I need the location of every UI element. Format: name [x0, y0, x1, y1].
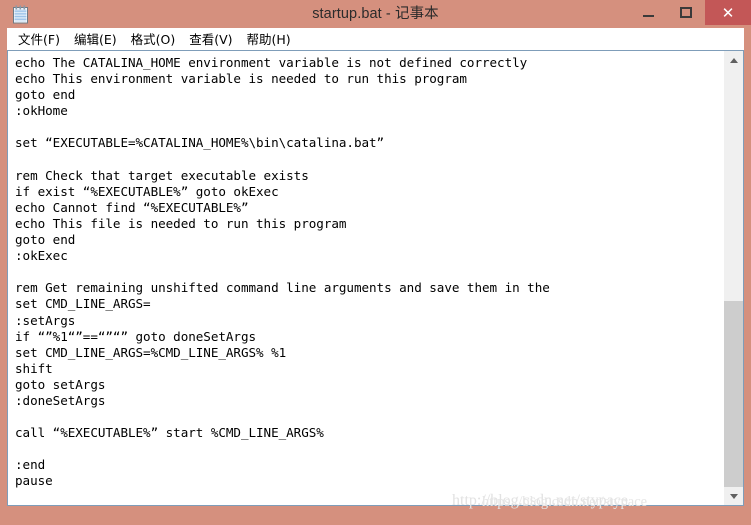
vertical-scrollbar[interactable]: [724, 51, 743, 505]
chevron-up-icon: [729, 57, 738, 63]
title-bar: startup.bat - 记事本 ✕: [0, 0, 751, 28]
close-button[interactable]: ✕: [705, 0, 751, 25]
minimize-button[interactable]: [629, 0, 667, 25]
menu-bar: 文件(F) 编辑(E) 格式(O) 查看(V) 帮助(H): [7, 28, 744, 50]
menu-item-view[interactable]: 查看(V): [182, 28, 239, 50]
notepad-window: startup.bat - 记事本 ✕ 文件(F) 编辑(E) 格式(O) 查看…: [0, 0, 751, 525]
scroll-down-button[interactable]: [724, 487, 743, 505]
scrollbar-thumb[interactable]: [724, 301, 743, 491]
chevron-down-icon: [729, 493, 738, 499]
minimize-icon: [642, 15, 654, 17]
editor-content[interactable]: echo The CATALINA_HOME environment varia…: [15, 55, 550, 490]
window-controls: ✕: [629, 0, 751, 28]
menu-item-help[interactable]: 帮助(H): [240, 28, 298, 50]
text-editor-area[interactable]: echo The CATALINA_HOME environment varia…: [8, 51, 725, 505]
menu-item-format[interactable]: 格式(O): [124, 28, 183, 50]
close-icon: ✕: [721, 4, 735, 22]
menu-item-file[interactable]: 文件(F): [11, 28, 67, 50]
maximize-button[interactable]: [667, 0, 705, 25]
maximize-icon: [680, 7, 692, 18]
editor-frame: echo The CATALINA_HOME environment varia…: [7, 50, 744, 506]
scroll-up-button[interactable]: [724, 51, 743, 69]
menu-item-edit[interactable]: 编辑(E): [67, 28, 124, 50]
